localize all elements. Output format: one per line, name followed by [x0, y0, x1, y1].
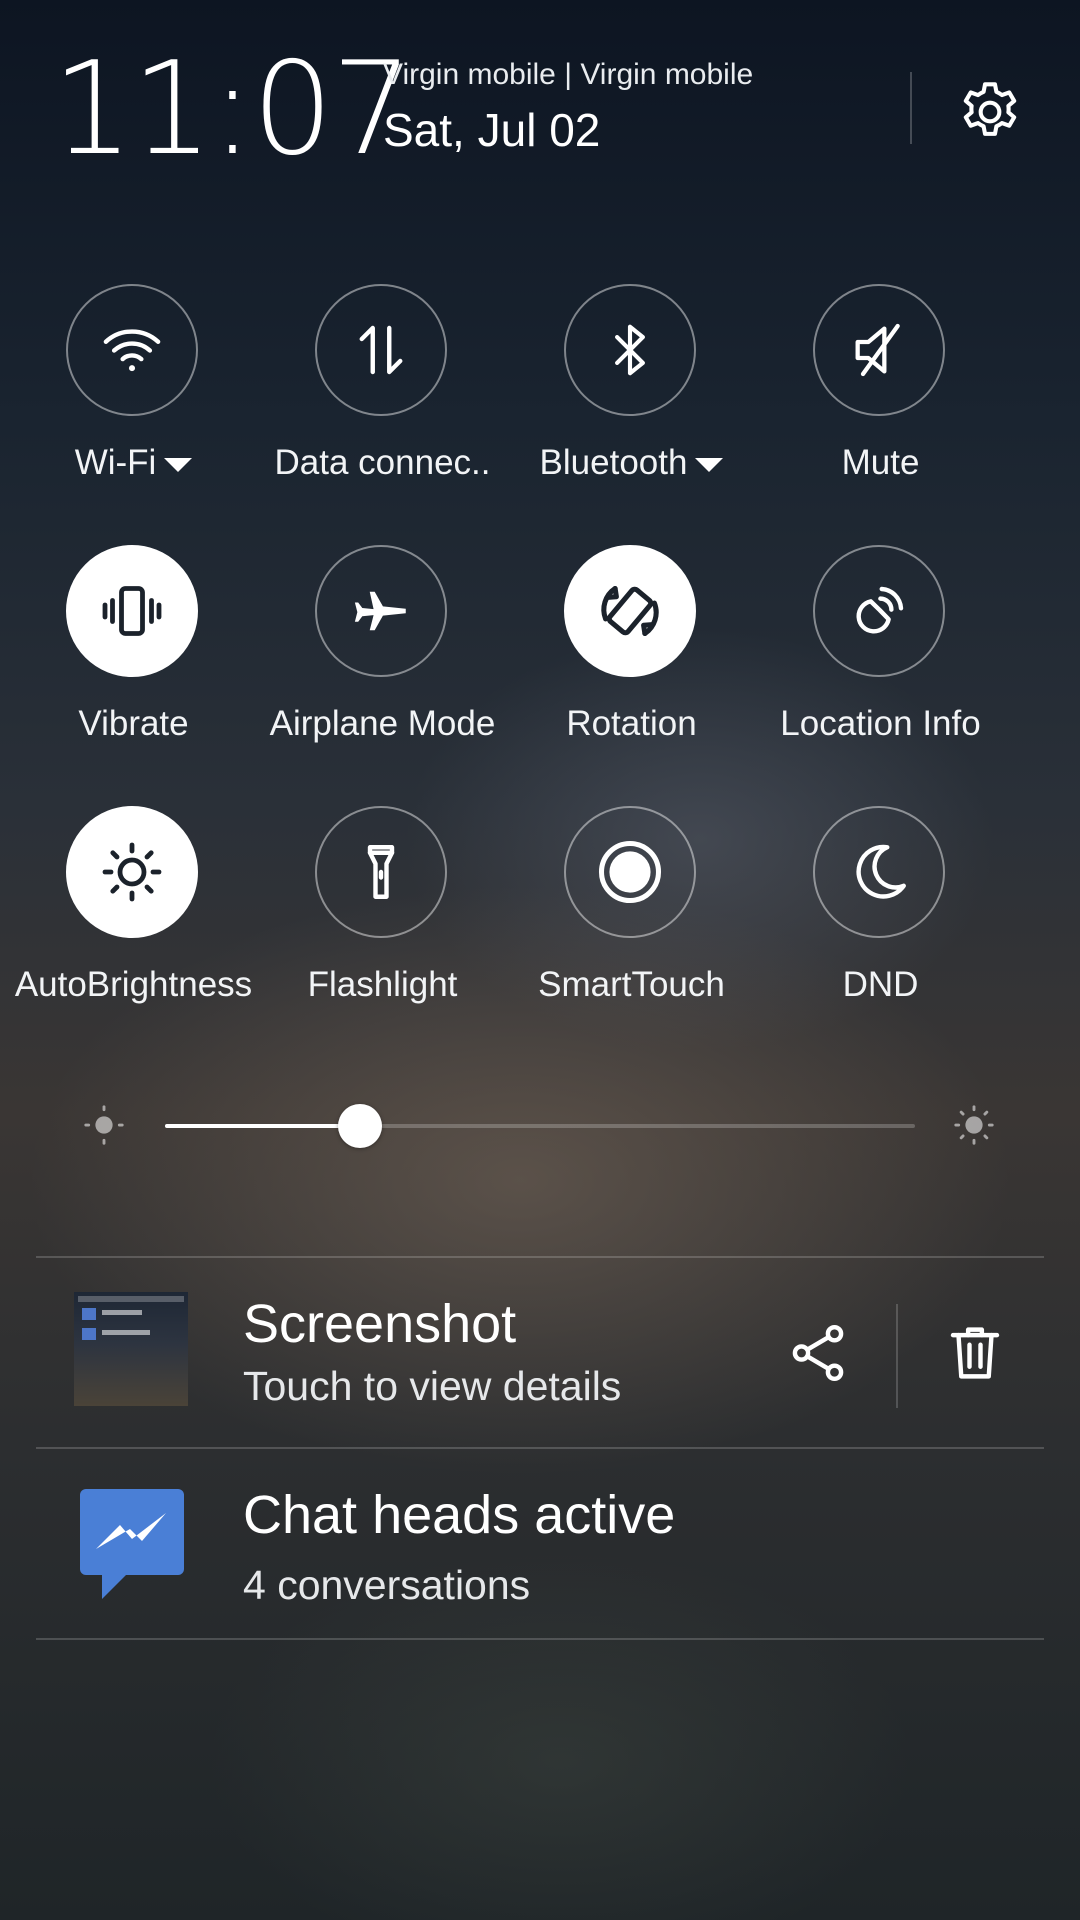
- toggle-label-wifi: Wi-Fi: [0, 442, 268, 484]
- mute-toggle-circle: [813, 284, 945, 416]
- chevron-down-icon[interactable]: [164, 457, 193, 472]
- toggle-location-info[interactable]: Location Info: [756, 545, 1005, 785]
- airplane-icon: [354, 591, 406, 631]
- toggle-bluetooth[interactable]: Bluetooth: [507, 284, 756, 524]
- toggle-mute[interactable]: Mute: [756, 284, 1005, 524]
- rotation-toggle-circle: [564, 545, 696, 677]
- toggle-flashlight[interactable]: Flashlight: [258, 806, 507, 1046]
- screenshot-thumbnail: [74, 1292, 188, 1406]
- smarttouch-icon: [598, 840, 662, 904]
- toggle-data-connection[interactable]: Data connec..: [258, 284, 507, 524]
- action-divider: [896, 1304, 898, 1408]
- toggle-dnd[interactable]: DND: [756, 806, 1005, 1046]
- notification-title: Screenshot: [243, 1294, 517, 1354]
- gear-icon: [963, 82, 1017, 136]
- brightness-thumb[interactable]: [338, 1104, 382, 1148]
- smarttouch-toggle-circle: [564, 806, 696, 938]
- toggle-label-rotation: Rotation: [566, 704, 697, 743]
- toggle-label-dnd: DND: [842, 965, 919, 1004]
- toggle-wifi[interactable]: Wi-Fi: [9, 284, 258, 524]
- notification-subtitle: 4 conversations: [243, 1562, 531, 1608]
- speaker-muted-icon: [855, 323, 900, 377]
- trash-icon: [950, 1327, 1000, 1379]
- clock: 11:07: [52, 35, 413, 184]
- moon-icon: [856, 844, 906, 899]
- brightness-fill: [165, 1124, 360, 1128]
- toggle-smarttouch[interactable]: SmartTouch: [507, 806, 756, 1046]
- toggle-label-smarttouch: SmartTouch: [538, 965, 725, 1004]
- autobrightness-toggle-circle: [66, 806, 198, 938]
- chevron-down-icon[interactable]: [695, 457, 724, 472]
- location-icon: [856, 586, 904, 634]
- dnd-toggle-circle: [813, 806, 945, 938]
- toggle-label-location: Location Info: [780, 704, 981, 743]
- brightness-slider: [0, 1090, 1080, 1160]
- toggle-label-data: Data connec..: [274, 443, 491, 482]
- toggle-autobrightness[interactable]: AutoBrightness: [9, 806, 258, 1046]
- notification-subtitle: Touch to view details: [243, 1363, 622, 1409]
- toggle-label-mute: Mute: [841, 443, 920, 482]
- flashlight-toggle-circle: [315, 806, 447, 938]
- brightness-high-icon: [954, 1105, 994, 1145]
- toggle-vibrate[interactable]: Vibrate: [9, 545, 258, 785]
- rotation-icon: [601, 585, 659, 637]
- date: Sat, Jul 02: [383, 104, 601, 156]
- toggle-label-bluetooth: Bluetooth: [497, 442, 766, 484]
- toggle-label-autobrightness: AutoBrightness: [14, 965, 253, 1004]
- sun-icon: [102, 842, 162, 902]
- data-toggle-circle: [315, 284, 447, 416]
- toggle-label-flashlight: Flashlight: [307, 965, 458, 1004]
- divider: [36, 1638, 1044, 1640]
- settings-button[interactable]: [950, 72, 1030, 152]
- wifi-icon: [103, 329, 161, 372]
- carrier-name: Virgin mobile | Virgin mobile: [383, 58, 754, 91]
- brightness-low-icon: [84, 1105, 124, 1145]
- vibrate-toggle-circle: [66, 545, 198, 677]
- vibrate-icon: [102, 586, 162, 636]
- bluetooth-toggle-circle: [564, 284, 696, 416]
- notification-screenshot[interactable]: Screenshot Touch to view details: [36, 1258, 1044, 1448]
- messenger-icon: [80, 1489, 184, 1599]
- toggle-label-vibrate: Vibrate: [78, 704, 189, 743]
- share-icon: [792, 1324, 844, 1382]
- brightness-track[interactable]: [165, 1104, 915, 1148]
- toggle-label-airplane: Airplane Mode: [269, 704, 496, 743]
- toggle-rotation[interactable]: Rotation: [507, 545, 756, 785]
- wifi-toggle-circle: [66, 284, 198, 416]
- flashlight-icon: [367, 845, 395, 899]
- airplane-toggle-circle: [315, 545, 447, 677]
- header-divider: [910, 72, 912, 144]
- share-button[interactable]: [773, 1308, 863, 1398]
- bluetooth-icon: [615, 324, 645, 376]
- toggle-airplane-mode[interactable]: Airplane Mode: [258, 545, 507, 785]
- notification-chat-heads[interactable]: Chat heads active 4 conversations: [36, 1449, 1044, 1639]
- notification-header: 11:07 Virgin mobile | Virgin mobile Sat,…: [0, 0, 1080, 180]
- delete-button[interactable]: [930, 1308, 1020, 1398]
- data-arrows-icon: [359, 325, 403, 375]
- notification-title: Chat heads active: [243, 1485, 676, 1545]
- location-toggle-circle: [813, 545, 945, 677]
